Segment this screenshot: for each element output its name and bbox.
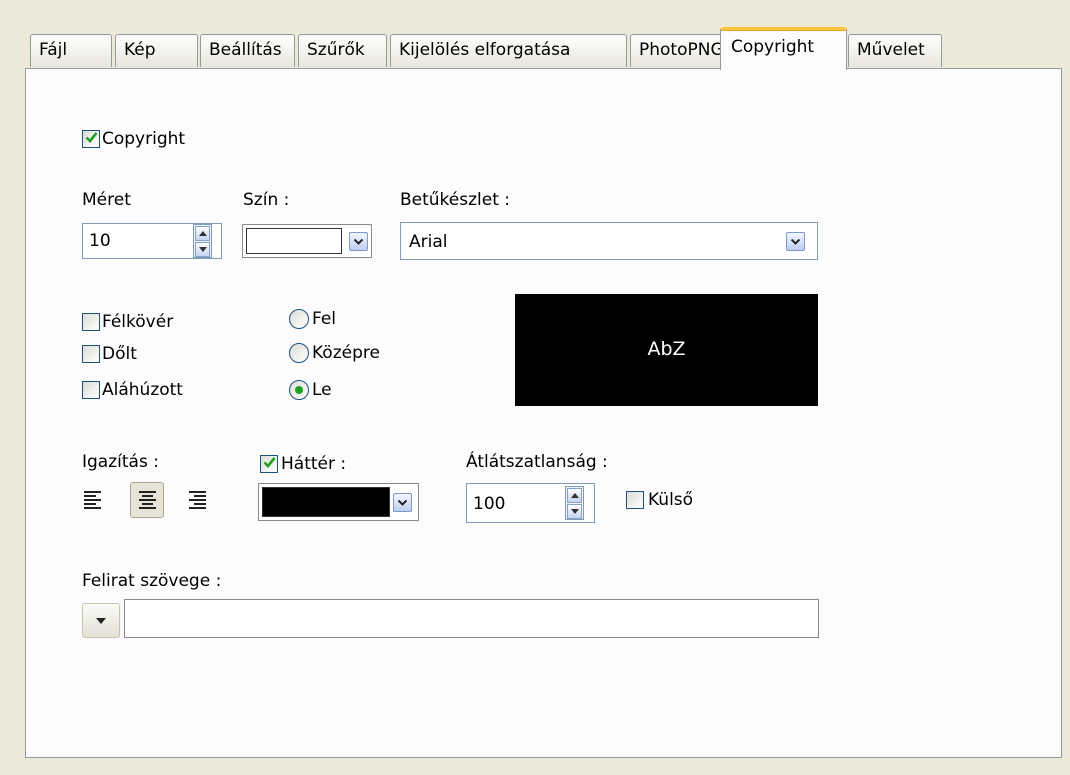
position-center-label: Középre bbox=[312, 343, 380, 363]
position-center-radio[interactable] bbox=[289, 343, 309, 363]
chevron-down-icon bbox=[791, 239, 800, 245]
opacity-value: 100 bbox=[473, 494, 506, 514]
align-line bbox=[139, 507, 156, 509]
preview-text: AbZ bbox=[647, 338, 686, 360]
opacity-stepper[interactable] bbox=[565, 486, 584, 520]
tab-copyright[interactable]: Copyright bbox=[720, 27, 847, 70]
align-line bbox=[194, 495, 206, 497]
caption-history-button[interactable] bbox=[82, 603, 120, 638]
copyright-checkbox[interactable] bbox=[82, 130, 100, 148]
radio-selected-dot bbox=[295, 386, 303, 394]
underline-label: Aláhúzott bbox=[102, 380, 183, 400]
size-value: 10 bbox=[89, 231, 111, 251]
bold-label: Félkövér bbox=[102, 312, 174, 332]
align-line bbox=[84, 499, 101, 501]
copyright-panel bbox=[25, 68, 1062, 758]
tab-operation[interactable]: Művelet bbox=[848, 34, 942, 67]
tab-filters[interactable]: Szűrők bbox=[298, 34, 387, 67]
background-swatch bbox=[262, 487, 390, 517]
font-value: Arial bbox=[409, 232, 448, 252]
arrow-down-icon bbox=[199, 247, 207, 252]
caption-input[interactable] bbox=[124, 599, 819, 638]
align-line bbox=[139, 499, 156, 501]
tab-image[interactable]: Kép bbox=[115, 34, 198, 67]
align-line bbox=[84, 491, 101, 493]
opacity-down-button[interactable] bbox=[567, 504, 582, 519]
align-right-button[interactable] bbox=[184, 484, 216, 516]
background-dropdown-button[interactable] bbox=[393, 493, 412, 512]
align-line bbox=[189, 507, 206, 509]
align-center-button[interactable] bbox=[130, 482, 164, 518]
background-checkbox[interactable] bbox=[260, 455, 278, 473]
opacity-label: Átlátszatlanság : bbox=[466, 452, 608, 472]
size-stepper[interactable] bbox=[193, 224, 212, 258]
align-line bbox=[84, 495, 96, 497]
tab-settings[interactable]: Beállítás bbox=[200, 34, 295, 67]
align-line bbox=[139, 491, 156, 493]
position-top-radio[interactable] bbox=[289, 309, 309, 329]
chevron-down-icon bbox=[398, 500, 407, 506]
size-label: Méret bbox=[82, 190, 131, 210]
underline-checkbox[interactable] bbox=[82, 381, 100, 399]
external-label: Külső bbox=[648, 490, 694, 510]
italic-label: Dőlt bbox=[102, 344, 137, 364]
align-line bbox=[142, 495, 153, 497]
color-dropdown-button[interactable] bbox=[349, 232, 368, 251]
align-line bbox=[84, 503, 96, 505]
external-checkbox[interactable] bbox=[626, 491, 644, 509]
arrow-up-icon bbox=[571, 493, 579, 498]
align-line bbox=[189, 491, 206, 493]
caption-label: Felirat szövege : bbox=[82, 571, 222, 591]
italic-checkbox[interactable] bbox=[82, 345, 100, 363]
color-swatch bbox=[246, 228, 342, 254]
align-line bbox=[189, 499, 206, 501]
align-line bbox=[194, 503, 206, 505]
bold-checkbox[interactable] bbox=[82, 313, 100, 331]
background-label: Háttér : bbox=[281, 454, 347, 474]
preview-box: AbZ bbox=[515, 294, 818, 406]
copyright-label: Copyright bbox=[102, 129, 186, 149]
size-up-button[interactable] bbox=[195, 226, 210, 241]
size-down-button[interactable] bbox=[195, 242, 210, 257]
position-bottom-label: Le bbox=[312, 380, 332, 400]
tab-rotate-selection[interactable]: Kijelölés elforgatása bbox=[390, 34, 627, 67]
chevron-down-icon bbox=[96, 618, 106, 624]
align-line bbox=[84, 507, 101, 509]
checkmark-icon bbox=[263, 457, 276, 468]
tab-file[interactable]: Fájl bbox=[30, 34, 112, 67]
arrow-up-icon bbox=[199, 231, 207, 236]
font-dropdown-button[interactable] bbox=[786, 232, 805, 251]
align-line bbox=[142, 503, 153, 505]
opacity-up-button[interactable] bbox=[567, 488, 582, 503]
chevron-down-icon bbox=[354, 239, 363, 245]
alignment-label: Igazítás : bbox=[82, 452, 159, 472]
color-label: Szín : bbox=[243, 190, 290, 210]
font-select[interactable]: Arial bbox=[400, 222, 818, 260]
position-top-label: Fel bbox=[312, 309, 337, 329]
align-left-button[interactable] bbox=[79, 484, 111, 516]
font-label: Betűkészlet : bbox=[400, 190, 511, 210]
position-bottom-radio[interactable] bbox=[289, 380, 309, 400]
checkmark-icon bbox=[85, 132, 98, 143]
arrow-down-icon bbox=[571, 509, 579, 514]
